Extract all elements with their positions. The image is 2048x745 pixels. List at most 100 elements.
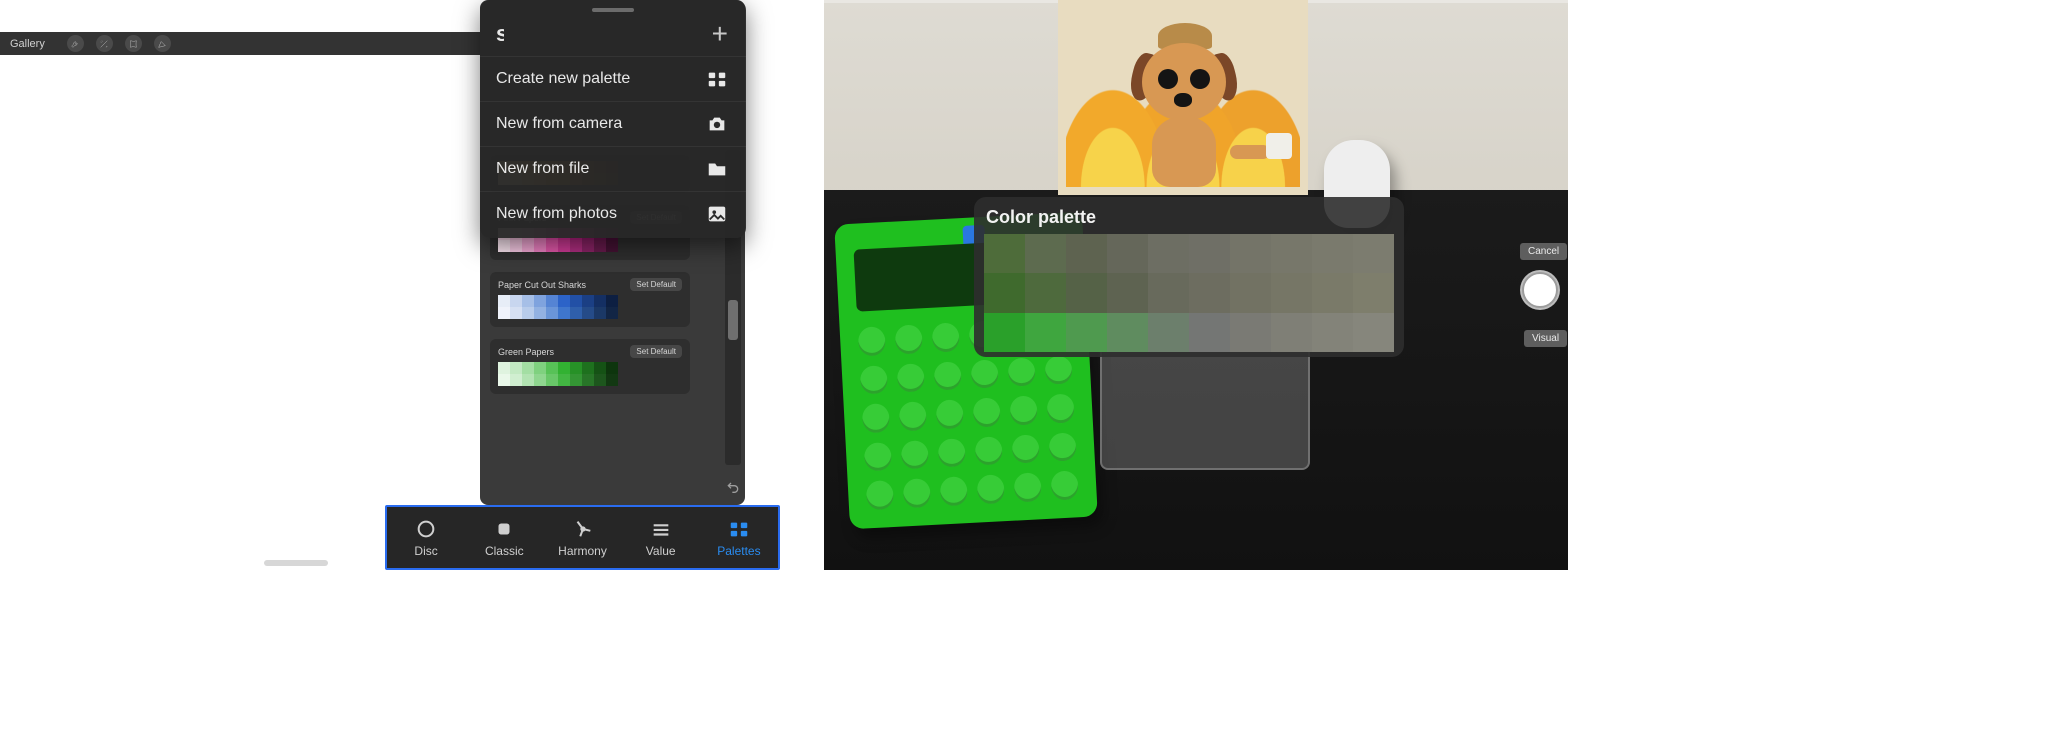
swatch[interactable]	[1189, 234, 1230, 273]
swatch[interactable]	[522, 307, 534, 319]
swatch[interactable]	[594, 295, 606, 307]
swatch[interactable]	[606, 295, 618, 307]
swatch[interactable]	[1148, 234, 1189, 273]
scroll-thumb[interactable]	[728, 300, 738, 340]
swatch[interactable]	[1189, 313, 1230, 352]
swatch[interactable]	[510, 240, 522, 252]
move-icon[interactable]	[154, 35, 171, 52]
palette-block[interactable]: Paper Cut Out Sharks Set Default	[490, 272, 690, 327]
cancel-button[interactable]: Cancel	[1520, 243, 1567, 260]
swatch[interactable]	[546, 240, 558, 252]
visual-button[interactable]: Visual	[1524, 330, 1567, 347]
selection-icon[interactable]	[125, 35, 142, 52]
swatch[interactable]	[984, 313, 1025, 352]
swatch[interactable]	[1107, 234, 1148, 273]
swatch[interactable]	[534, 307, 546, 319]
swatch[interactable]	[522, 240, 534, 252]
swatch[interactable]	[606, 374, 618, 386]
swatch[interactable]	[570, 240, 582, 252]
swatch[interactable]	[522, 295, 534, 307]
swatch[interactable]	[1025, 273, 1066, 312]
swatch[interactable]	[1148, 273, 1189, 312]
swatch[interactable]	[606, 307, 618, 319]
swatch[interactable]	[558, 295, 570, 307]
swatch[interactable]	[1148, 313, 1189, 352]
new-from-camera[interactable]: New from camera	[480, 101, 746, 146]
swatch[interactable]	[546, 362, 558, 374]
swatch[interactable]	[582, 362, 594, 374]
swatch[interactable]	[498, 240, 510, 252]
swatch[interactable]	[1066, 273, 1107, 312]
swatch[interactable]	[1025, 234, 1066, 273]
swatch[interactable]	[546, 307, 558, 319]
swatch[interactable]	[498, 307, 510, 319]
swatch[interactable]	[522, 362, 534, 374]
swatch[interactable]	[594, 362, 606, 374]
set-default-button[interactable]: Set Default	[630, 345, 682, 358]
new-from-file[interactable]: New from file	[480, 146, 746, 191]
swatch[interactable]	[570, 295, 582, 307]
tab-disc[interactable]: Disc	[387, 507, 465, 568]
swatch[interactable]	[558, 374, 570, 386]
swatch[interactable]	[1230, 313, 1271, 352]
swatch[interactable]	[546, 295, 558, 307]
swatch[interactable]	[1312, 273, 1353, 312]
swatch[interactable]	[1312, 234, 1353, 273]
wrench-icon[interactable]	[67, 35, 84, 52]
swatch[interactable]	[1271, 234, 1312, 273]
palette-block[interactable]: Green Papers Set Default	[490, 339, 690, 394]
tab-value[interactable]: Value	[622, 507, 700, 568]
swatch[interactable]	[534, 240, 546, 252]
shutter-button[interactable]	[1522, 272, 1558, 308]
swatch[interactable]	[1107, 273, 1148, 312]
swatch[interactable]	[984, 234, 1025, 273]
swatch[interactable]	[1353, 234, 1394, 273]
tab-classic[interactable]: Classic	[465, 507, 543, 568]
wand-icon[interactable]	[96, 35, 113, 52]
swatch[interactable]	[1271, 273, 1312, 312]
swatch[interactable]	[1353, 313, 1394, 352]
swatch[interactable]	[546, 374, 558, 386]
undo-icon[interactable]	[725, 479, 741, 495]
gallery-button[interactable]: Gallery	[0, 38, 55, 50]
swatch[interactable]	[594, 307, 606, 319]
swatch[interactable]	[582, 374, 594, 386]
swatch[interactable]	[582, 295, 594, 307]
swatch[interactable]	[582, 307, 594, 319]
drag-handle[interactable]	[592, 8, 634, 12]
tab-palettes[interactable]: Palettes	[700, 507, 778, 568]
swatch[interactable]	[558, 307, 570, 319]
swatch[interactable]	[498, 362, 510, 374]
swatch[interactable]	[534, 374, 546, 386]
swatch[interactable]	[534, 295, 546, 307]
swatch[interactable]	[1353, 273, 1394, 312]
swatch[interactable]	[582, 240, 594, 252]
swatch[interactable]	[984, 273, 1025, 312]
swatch[interactable]	[510, 307, 522, 319]
create-new-palette[interactable]: Create new palette	[480, 56, 746, 101]
swatch[interactable]	[570, 362, 582, 374]
swatch[interactable]	[1230, 234, 1271, 273]
swatch[interactable]	[1107, 313, 1148, 352]
new-from-photos[interactable]: New from photos	[480, 191, 746, 236]
swatch[interactable]	[498, 295, 510, 307]
swatch[interactable]	[594, 240, 606, 252]
set-default-button[interactable]: Set Default	[630, 278, 682, 291]
swatch[interactable]	[510, 374, 522, 386]
swatch[interactable]	[1066, 313, 1107, 352]
swatch[interactable]	[510, 362, 522, 374]
swatch[interactable]	[606, 240, 618, 252]
swatch[interactable]	[534, 362, 546, 374]
swatch[interactable]	[570, 307, 582, 319]
swatch[interactable]	[510, 295, 522, 307]
swatch[interactable]	[606, 362, 618, 374]
swatch[interactable]	[1189, 273, 1230, 312]
swatch[interactable]	[558, 362, 570, 374]
swatch[interactable]	[1066, 234, 1107, 273]
swatch[interactable]	[1312, 313, 1353, 352]
swatch[interactable]	[570, 374, 582, 386]
swatch[interactable]	[1230, 273, 1271, 312]
swatch[interactable]	[1025, 313, 1066, 352]
tab-harmony[interactable]: Harmony	[543, 507, 621, 568]
swatch[interactable]	[1271, 313, 1312, 352]
